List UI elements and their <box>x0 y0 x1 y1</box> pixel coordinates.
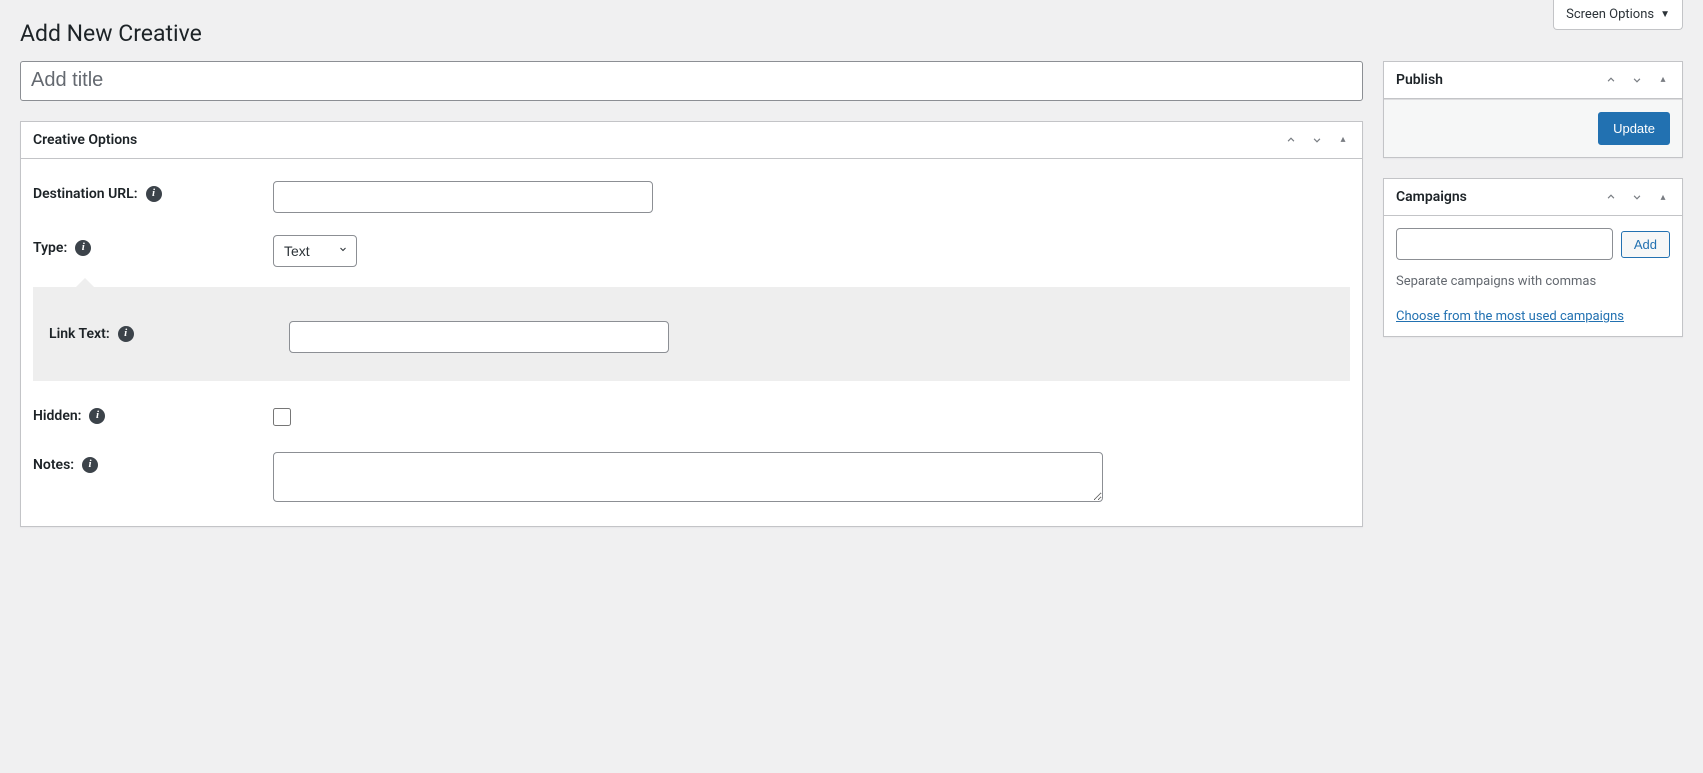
chevron-down-icon <box>1630 73 1644 87</box>
publish-metabox: Publish ▴ Update <box>1383 61 1683 159</box>
caret-down-icon: ▼ <box>1660 9 1670 20</box>
screen-options-tab[interactable]: Screen Options ▼ <box>1553 0 1683 30</box>
move-down-button[interactable] <box>1626 69 1648 91</box>
triangle-up-icon: ▴ <box>1660 192 1665 203</box>
campaigns-hint: Separate campaigns with commas <box>1396 274 1670 289</box>
hidden-checkbox[interactable] <box>273 408 291 426</box>
campaigns-metabox: Campaigns ▴ <box>1383 178 1683 337</box>
chevron-up-icon <box>1604 73 1618 87</box>
post-title-input[interactable] <box>20 61 1363 101</box>
move-up-button[interactable] <box>1600 186 1622 208</box>
page-title: Add New Creative <box>20 10 1683 61</box>
move-up-button[interactable] <box>1280 129 1302 151</box>
notes-label: Notes: <box>33 457 74 473</box>
info-icon[interactable]: i <box>146 186 162 202</box>
add-campaign-button[interactable]: Add <box>1621 231 1670 258</box>
notes-textarea[interactable] <box>273 452 1103 502</box>
chevron-down-icon <box>1310 133 1324 147</box>
info-icon[interactable]: i <box>89 408 105 424</box>
info-icon[interactable]: i <box>118 326 134 342</box>
type-sub-panel: Link Text: i <box>33 287 1350 381</box>
move-up-button[interactable] <box>1600 69 1622 91</box>
chevron-down-icon <box>1630 190 1644 204</box>
publish-title: Publish <box>1384 62 1455 98</box>
creative-options-title: Creative Options <box>21 122 149 158</box>
chevron-up-icon <box>1284 133 1298 147</box>
chevron-up-icon <box>1604 190 1618 204</box>
link-text-input[interactable] <box>289 321 669 353</box>
update-button[interactable]: Update <box>1598 112 1670 146</box>
triangle-up-icon: ▴ <box>1340 134 1345 145</box>
move-down-button[interactable] <box>1306 129 1328 151</box>
type-select[interactable]: Text <box>273 235 357 267</box>
screen-options-label: Screen Options <box>1566 7 1654 22</box>
destination-url-label: Destination URL: <box>33 186 138 202</box>
most-used-campaigns-link[interactable]: Choose from the most used campaigns <box>1396 309 1624 324</box>
type-label: Type: <box>33 240 67 256</box>
info-icon[interactable]: i <box>82 457 98 473</box>
triangle-up-icon: ▴ <box>1660 74 1665 85</box>
link-text-label: Link Text: <box>49 326 110 342</box>
campaigns-input[interactable] <box>1396 228 1613 260</box>
hidden-label: Hidden: <box>33 408 81 424</box>
info-icon[interactable]: i <box>75 240 91 256</box>
campaigns-title: Campaigns <box>1384 179 1479 215</box>
toggle-panel-button[interactable]: ▴ <box>1652 186 1674 208</box>
toggle-panel-button[interactable]: ▴ <box>1652 69 1674 91</box>
creative-options-metabox: Creative Options ▴ <box>20 121 1363 527</box>
move-down-button[interactable] <box>1626 186 1648 208</box>
destination-url-input[interactable] <box>273 181 653 213</box>
toggle-panel-button[interactable]: ▴ <box>1332 129 1354 151</box>
